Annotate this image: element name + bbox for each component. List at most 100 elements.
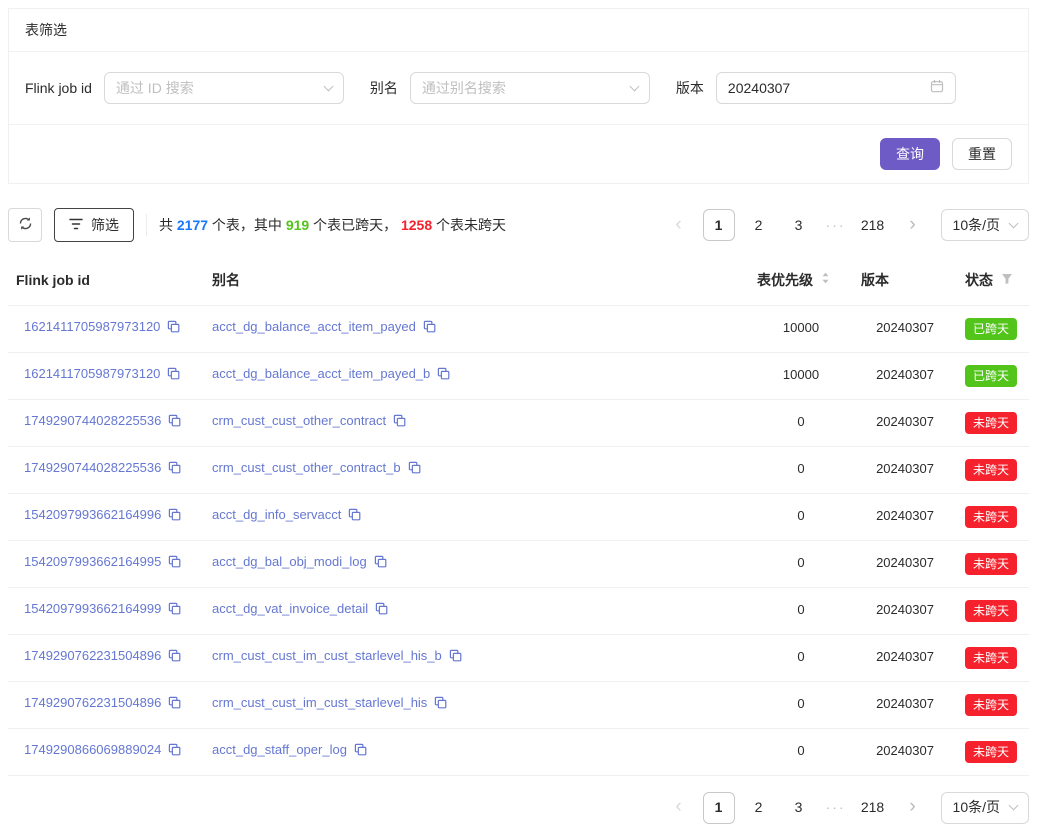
job-id-link[interactable]: 1749290866069889024 [24,742,161,757]
alias-placeholder: 通过别名搜索 [422,78,506,98]
copy-icon[interactable] [168,743,181,762]
prev-page-button[interactable]: ‹ [663,209,695,241]
status-cell: 未跨天 [957,540,1029,587]
next-page-button[interactable]: › [897,209,929,241]
copy-icon[interactable] [375,602,388,621]
job-id-cell: 1542097993662164996 [8,493,204,540]
prev-page-button[interactable]: ‹ [663,792,695,824]
alias-link[interactable]: acct_dg_info_servacct [212,507,341,522]
job-id-link[interactable]: 1542097993662164995 [24,554,161,569]
page-size-select[interactable]: 10条/页 [941,792,1029,824]
job-id-link[interactable]: 1621411705987973120 [24,366,160,381]
copy-icon[interactable] [168,461,181,480]
job-id-link[interactable]: 1749290762231504896 [24,695,161,710]
column-header-alias: 别名 [204,256,749,305]
copy-icon[interactable] [168,696,181,715]
alias-link[interactable]: acct_dg_bal_obj_modi_log [212,554,367,569]
job-id-cell: 1749290744028225536 [8,446,204,493]
status-badge: 未跨天 [965,741,1017,763]
filter-toggle-button[interactable]: 筛选 [54,208,134,242]
priority-cell: 0 [749,540,853,587]
copy-icon[interactable] [449,649,462,668]
alias-link[interactable]: acct_dg_balance_acct_item_payed [212,319,416,334]
alias-link[interactable]: crm_cust_cust_im_cust_starlevel_his_b [212,648,442,663]
copy-icon[interactable] [168,602,181,621]
table-body: 1621411705987973120 acct_dg_balance_acct… [8,305,1029,775]
page-button-1[interactable]: 1 [703,792,735,824]
status-badge: 未跨天 [965,647,1017,669]
filter-funnel-icon[interactable] [1001,270,1013,290]
filter-panel-title: 表筛选 [25,22,67,38]
page-button-last[interactable]: 218 [857,209,889,241]
job-id-link[interactable]: 1542097993662164999 [24,601,161,616]
alias-cell: acct_dg_balance_acct_item_payed [204,305,749,352]
alias-link[interactable]: crm_cust_cust_other_contract [212,413,386,428]
page-size-select[interactable]: 10条/页 [941,209,1029,241]
page-button-2[interactable]: 2 [743,792,775,824]
version-cell: 20240307 [853,493,957,540]
job-id-link[interactable]: 1542097993662164996 [24,507,161,522]
tables-table: Flink job id 别名 表优先级 版本 状态 [8,256,1029,775]
next-page-button[interactable]: › [897,792,929,824]
job-id-cell: 1542097993662164995 [8,540,204,587]
copy-icon[interactable] [348,508,361,527]
job-id-link[interactable]: 1749290744028225536 [24,460,161,475]
copy-icon[interactable] [393,414,406,433]
page-button-1[interactable]: 1 [703,209,735,241]
priority-cell: 0 [749,446,853,493]
alias-link[interactable]: crm_cust_cust_other_contract_b [212,460,401,475]
column-header-version: 版本 [853,256,957,305]
refresh-button[interactable] [8,208,42,242]
copy-icon[interactable] [423,320,436,339]
page-button-2[interactable]: 2 [743,209,775,241]
reset-button[interactable]: 重置 [952,138,1012,170]
job-id-select[interactable]: 通过 ID 搜索 [104,72,344,104]
job-id-link[interactable]: 1749290762231504896 [24,648,161,663]
table-row: 1749290762231504896 crm_cust_cust_im_cus… [8,681,1029,728]
sort-icon[interactable] [821,270,830,290]
summary-segment: 个表未跨天 [432,217,506,233]
copy-icon[interactable] [354,743,367,762]
copy-icon[interactable] [434,696,447,715]
copy-icon[interactable] [167,320,180,339]
copy-icon[interactable] [168,555,181,574]
copy-icon[interactable] [168,414,181,433]
table-row: 1749290762231504896 crm_cust_cust_im_cus… [8,634,1029,681]
job-id-link[interactable]: 1749290744028225536 [24,413,161,428]
query-button[interactable]: 查询 [880,138,940,170]
status-badge: 未跨天 [965,553,1017,575]
copy-icon[interactable] [437,367,450,386]
alias-link[interactable]: acct_dg_balance_acct_item_payed_b [212,366,430,381]
job-id-cell: 1749290866069889024 [8,728,204,775]
alias-label: 别名 [370,78,398,98]
alias-link[interactable]: acct_dg_vat_invoice_detail [212,601,368,616]
summary-total-count: 2177 [177,217,208,233]
status-cell: 已跨天 [957,352,1029,399]
status-badge: 未跨天 [965,600,1017,622]
page-ellipsis[interactable]: ··· [823,215,849,235]
alias-select[interactable]: 通过别名搜索 [410,72,650,104]
chevron-down-icon [629,81,639,91]
copy-icon[interactable] [168,649,181,668]
copy-icon[interactable] [408,461,421,480]
page-button-last[interactable]: 218 [857,792,889,824]
chevron-down-icon [1009,801,1019,811]
table-toolbar: 筛选 共 2177 个表，其中 919 个表已跨天， 1258 个表未跨天 ‹ … [8,208,1029,242]
copy-icon[interactable] [168,508,181,527]
page-ellipsis[interactable]: ··· [823,797,849,817]
job-id-link[interactable]: 1621411705987973120 [24,319,160,334]
page-button-3[interactable]: 3 [783,209,815,241]
copy-icon[interactable] [374,555,387,574]
page-button-3[interactable]: 3 [783,792,815,824]
version-datepicker[interactable]: 20240307 [716,72,956,104]
summary-crossed-count: 919 [286,217,309,233]
alias-link[interactable]: acct_dg_staff_oper_log [212,742,347,757]
alias-link[interactable]: crm_cust_cust_im_cust_starlevel_his [212,695,427,710]
priority-cell: 0 [749,728,853,775]
table-row: 1749290744028225536 crm_cust_cust_other_… [8,399,1029,446]
copy-icon[interactable] [167,367,180,386]
priority-cell: 0 [749,681,853,728]
priority-cell: 10000 [749,305,853,352]
alias-cell: acct_dg_vat_invoice_detail [204,587,749,634]
priority-header-label: 表优先级 [757,270,813,290]
